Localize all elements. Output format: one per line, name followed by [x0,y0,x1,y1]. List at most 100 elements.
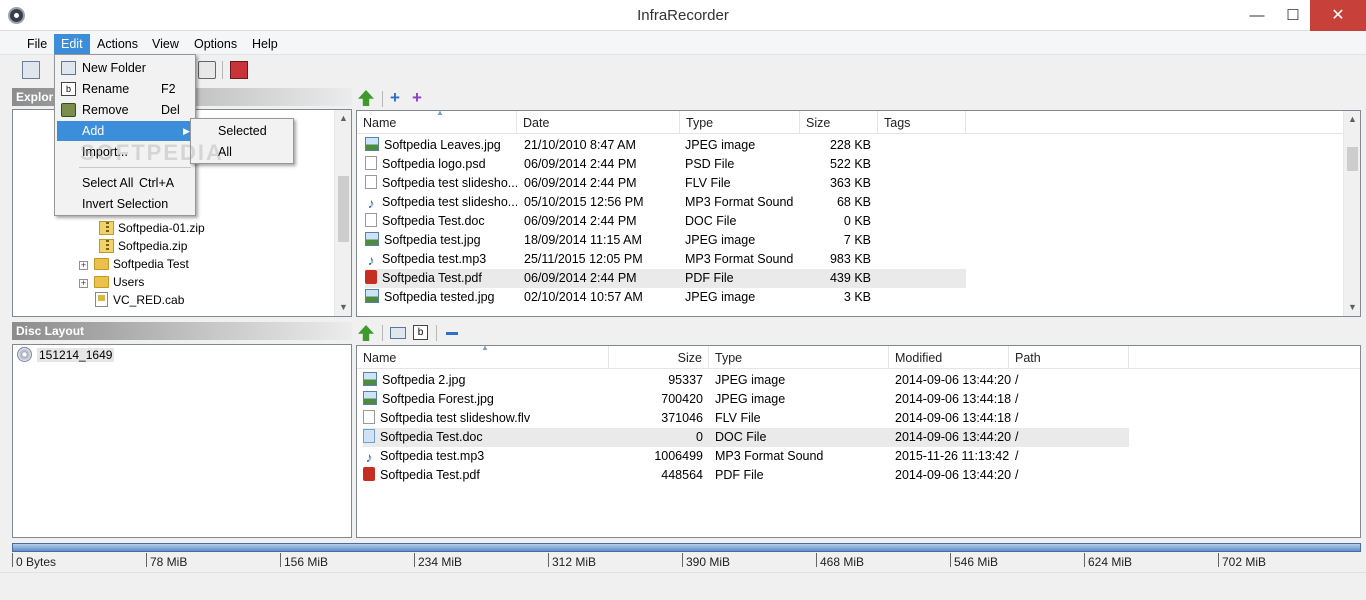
file-name-cell: Softpedia 2.jpg [363,371,608,390]
file-size-cell: 700420 [609,390,703,409]
scroll-down-icon[interactable]: ▼ [1344,299,1360,316]
file-size: 0 KB [843,214,871,228]
file-type: JPEG image [685,138,756,152]
disc-root-item[interactable]: 151214_1649 [17,346,115,364]
menu-item-select-all[interactable]: Select All Ctrl+A [57,173,193,193]
file-path: / [1015,392,1019,406]
table-row[interactable]: Softpedia Test.pdf 448564 PDF File 2014-09-… [363,466,1129,485]
up-folder-icon[interactable] [358,90,374,106]
zip-icon [99,221,114,235]
image-file-icon [365,289,379,303]
file-type-cell: JPEG image [715,371,890,390]
menu-help[interactable]: Help [245,34,285,54]
add-all-icon[interactable]: + [412,89,422,106]
menu-options[interactable]: Options [187,34,244,54]
maximize-button[interactable]: ☐ [1276,0,1310,31]
menu-item-remove[interactable]: Remove Del [57,100,193,120]
scale-tick [146,553,147,567]
tree-item[interactable]: Softpedia.zip [99,237,187,255]
file-date-cell: 06/09/2014 2:44 PM [524,269,684,288]
table-row[interactable]: Softpedia test slidesho... 06/09/2014 2:4… [365,174,966,193]
exit-icon[interactable] [230,61,248,79]
file-size: 0 [696,430,703,444]
image-file-icon [363,372,377,386]
file-name-cell: ♪ Softpedia test.mp3 [363,447,608,466]
column-type[interactable]: Type [709,346,889,369]
document-file-icon [365,175,377,189]
file-size-cell: 95337 [609,371,703,390]
file-modified-cell: 2014-09-06 13:44:18 [895,390,1013,409]
rename-icon[interactable]: b [413,325,428,340]
add-selected-icon[interactable]: + [390,89,400,106]
window-title: InfraRecorder [637,7,729,24]
file-modified: 2015-11-26 11:13:42 [895,449,1010,463]
table-row[interactable]: ♪ Softpedia test.mp3 25/11/2015 12:05 PM MP… [365,250,966,269]
table-row[interactable]: Softpedia Test.doc 06/09/2014 2:44 PM DOC … [365,212,966,231]
column-tags[interactable]: Tags [878,111,966,134]
expand-icon[interactable]: + [79,261,88,270]
watermark: SOFTPEDIA [80,140,224,165]
table-row[interactable]: Softpedia 2.jpg 95337 JPEG image 2014-09-06… [363,371,1129,390]
table-row[interactable]: Softpedia Forest.jpg 700420 JPEG image 2014… [363,390,1129,409]
table-row[interactable]: Softpedia logo.psd 06/09/2014 2:44 PM PSD … [365,155,966,174]
menu-item-new-folder[interactable]: New Folder [57,58,193,78]
table-row[interactable]: Softpedia Leaves.jpg 21/10/2010 8:47 AM JP… [365,136,966,155]
file-type-cell: JPEG image [685,231,805,250]
file-list-scrollbar[interactable]: ▲ ▼ [1343,111,1360,316]
scroll-up-icon[interactable]: ▲ [335,110,351,127]
file-size: 1006499 [654,449,703,463]
scroll-up-icon[interactable]: ▲ [1344,111,1360,128]
column-size[interactable]: Size [800,111,878,134]
remove-icon[interactable] [446,332,458,335]
table-row[interactable]: ♪ Softpedia test slidesho... 05/10/2015 12… [365,193,966,212]
table-row[interactable]: Softpedia Test.doc 0 DOC File 2014-09-06 13… [363,428,1129,447]
column-modified[interactable]: Modified [889,346,1009,369]
cab-file-icon [95,292,108,307]
file-type-cell: PDF File [715,466,890,485]
burn-disc-icon[interactable] [198,61,216,79]
file-date-cell: 06/09/2014 2:44 PM [524,212,684,231]
tree-item[interactable]: Softpedia-01.zip [99,219,205,237]
file-type: MP3 Format Sound [685,252,794,266]
scroll-thumb[interactable] [1347,147,1358,171]
column-date[interactable]: Date [517,111,680,134]
tree-item[interactable]: + Users [79,273,144,291]
scroll-thumb[interactable] [338,176,349,242]
menu-item-rename[interactable]: b Rename F2 [57,79,193,99]
file-type-cell: JPEG image [715,390,890,409]
menu-edit[interactable]: Edit [54,34,90,54]
file-type: MP3 Format Sound [715,449,824,463]
file-name-cell: Softpedia test slideshow.flv [363,409,608,428]
table-row[interactable]: Softpedia Test.pdf 06/09/2014 2:44 PM PDF … [365,269,966,288]
menu-item-invert-selection[interactable]: Invert Selection [57,194,193,214]
new-folder-icon[interactable] [390,327,406,339]
table-row[interactable]: Softpedia test.jpg 18/09/2014 11:15 AM JPE… [365,231,966,250]
up-folder-icon[interactable] [358,325,374,341]
file-size-cell: 0 KB [805,212,871,231]
column-type[interactable]: Type [680,111,800,134]
file-type-cell: MP3 Format Sound [685,250,805,269]
column-size[interactable]: Size [609,346,709,369]
menu-file[interactable]: File [20,34,54,54]
table-row[interactable]: ♪ Softpedia test.mp3 1006499 MP3 Format Sou… [363,447,1129,466]
menu-view[interactable]: View [145,34,186,54]
submenu-item-selected[interactable]: Selected [218,121,267,141]
minimize-button[interactable]: — [1240,0,1274,31]
tree-item[interactable]: VC_RED.cab [95,291,184,309]
tree-item[interactable]: + Softpedia Test [79,255,189,273]
menu-item-add[interactable]: Add ▶ [57,121,193,141]
table-row[interactable]: Softpedia test slideshow.flv 371046 FLV Fi… [363,409,1129,428]
file-name: Softpedia Test.doc [380,430,483,444]
scroll-down-icon[interactable]: ▼ [335,299,351,316]
column-path[interactable]: Path [1009,346,1129,369]
open-project-icon[interactable] [22,61,40,79]
file-modified: 2014-09-06 13:44:20 [895,430,1012,444]
file-size: 448564 [661,468,703,482]
close-button[interactable]: ✕ [1310,0,1366,31]
disc-usage-meter [12,543,1361,552]
expand-icon[interactable]: + [79,279,88,288]
menu-actions[interactable]: Actions [90,34,145,54]
table-row[interactable]: Softpedia tested.jpg 02/10/2014 10:57 AM J… [365,288,966,307]
explorer-scrollbar[interactable]: ▲ ▼ [334,110,351,316]
file-date-cell: 06/09/2014 2:44 PM [524,155,684,174]
